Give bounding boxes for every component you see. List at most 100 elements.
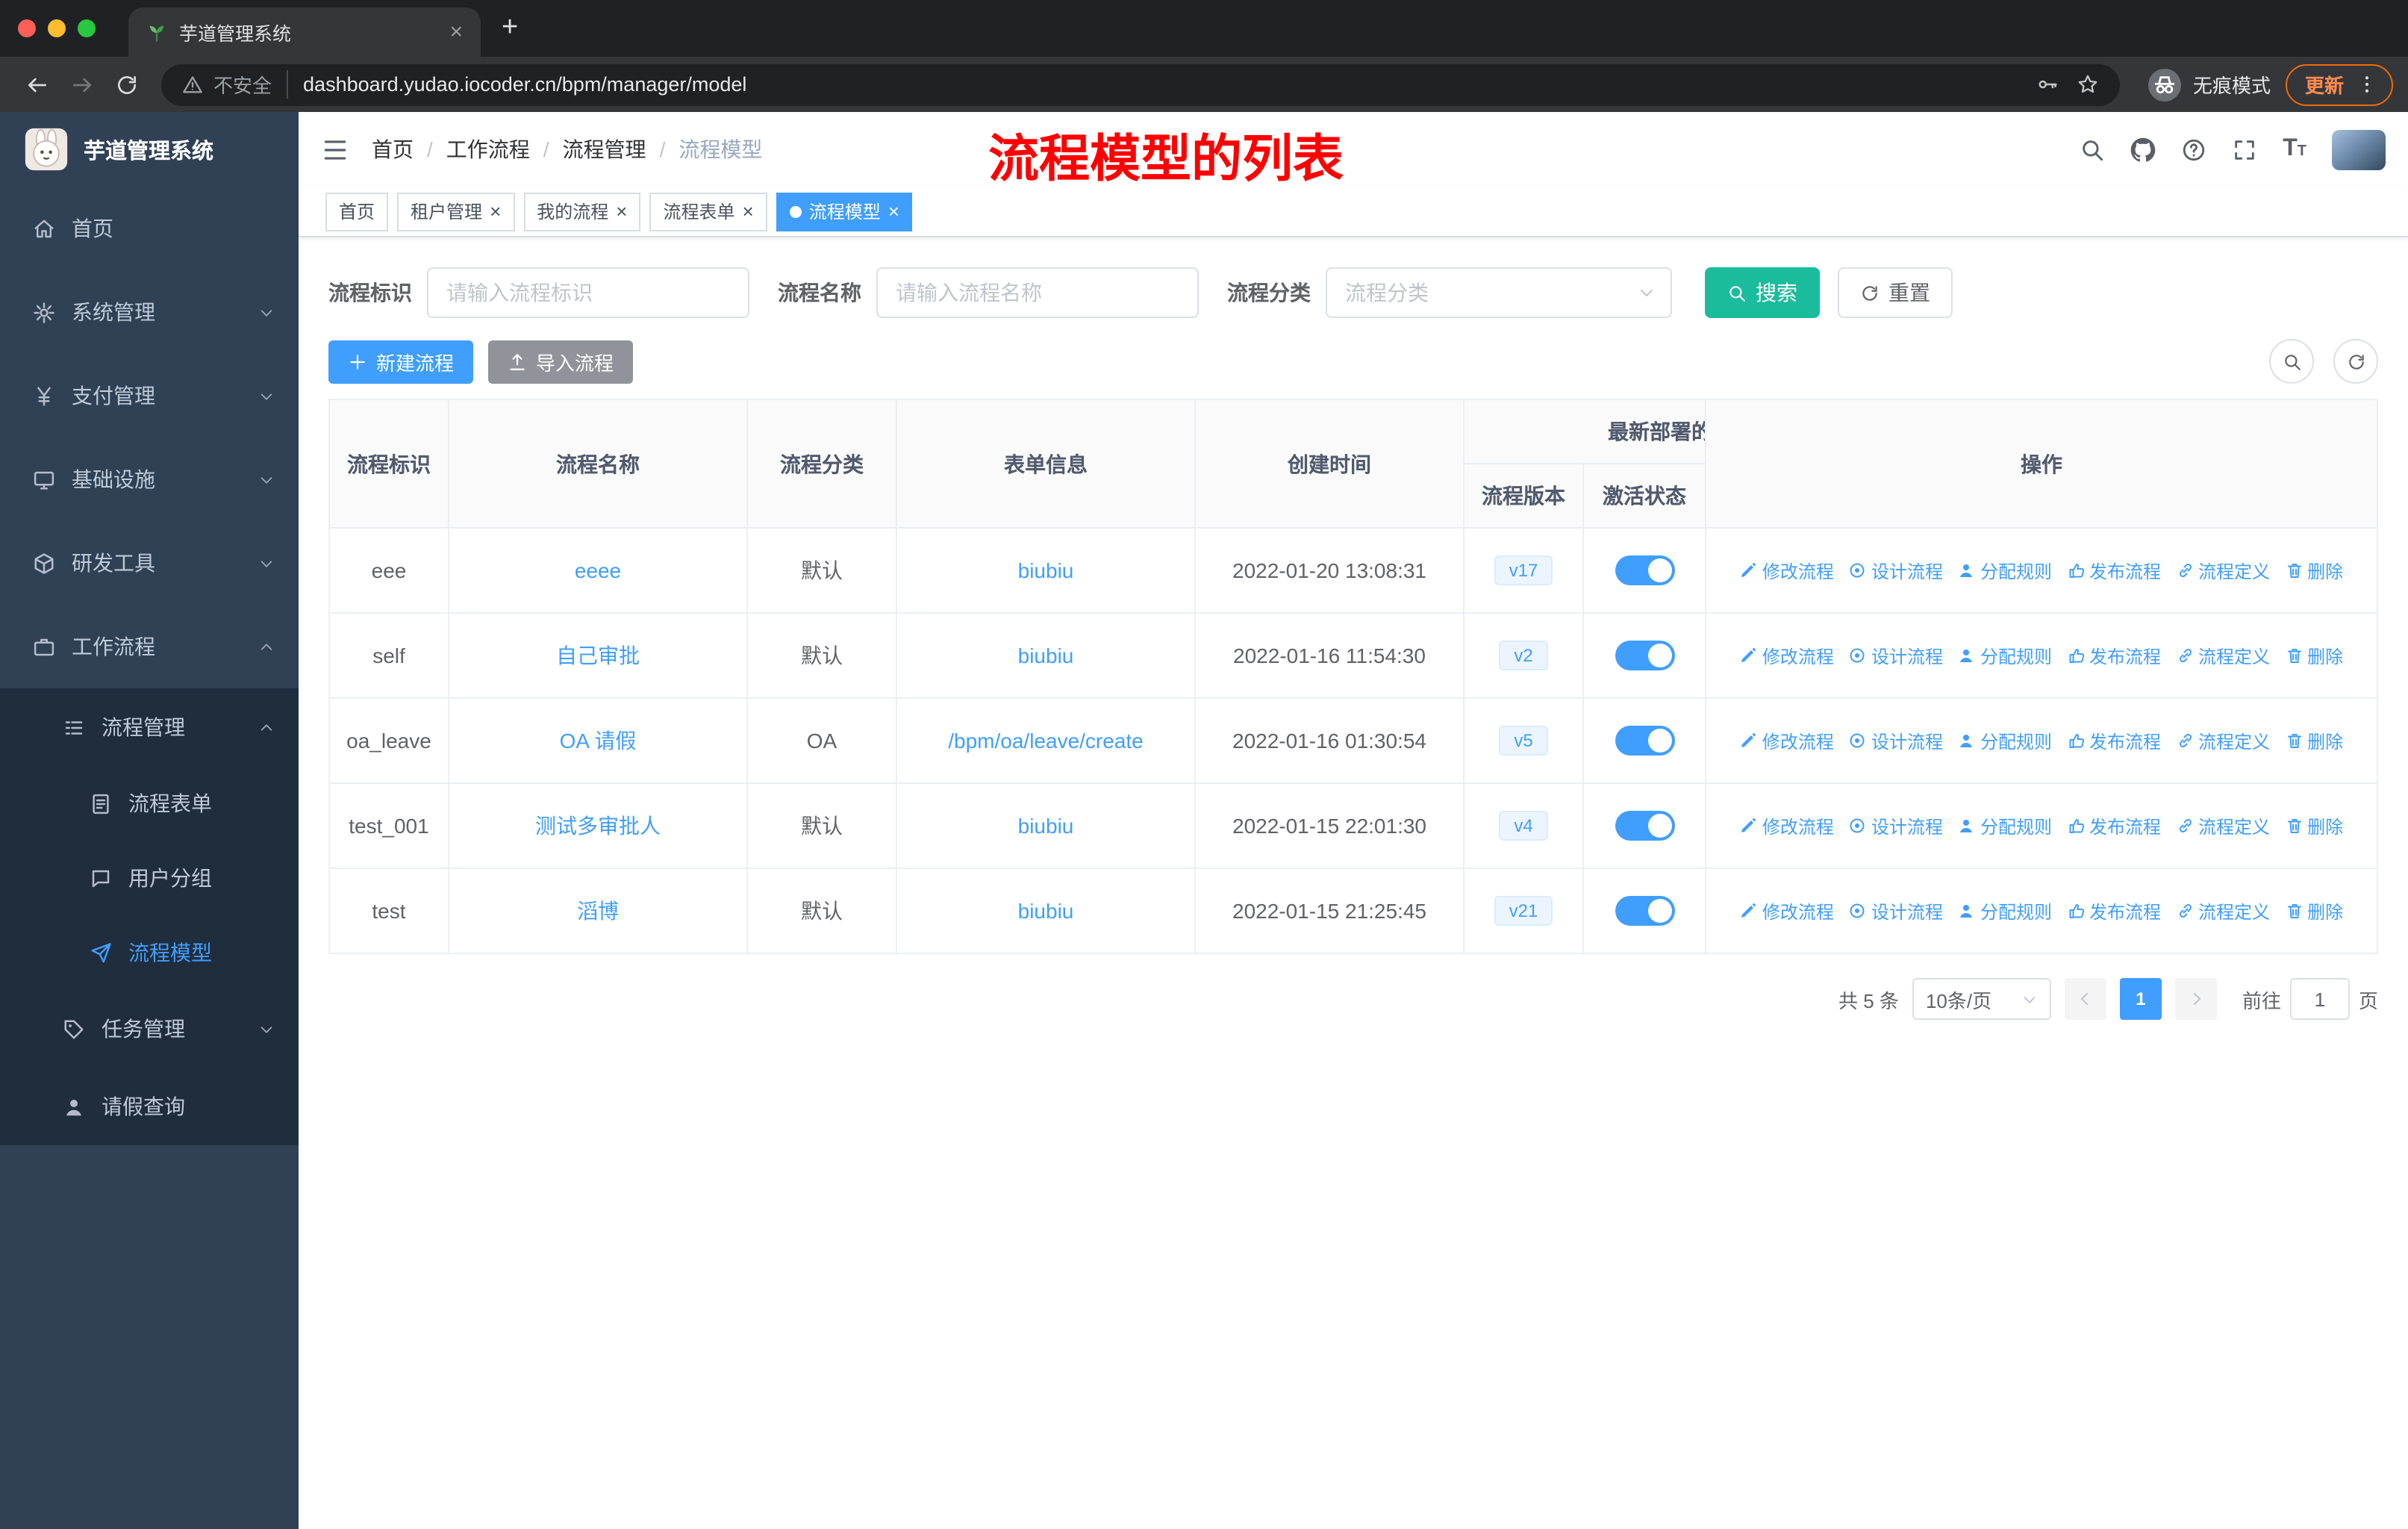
address-bar[interactable]: 不安全 dashboard.yudao.iocoder.cn/bpm/manag… xyxy=(161,63,2120,105)
sidebar-item-0[interactable]: 首页 xyxy=(0,187,299,270)
browser-menu-icon[interactable] xyxy=(2356,73,2378,96)
action-definition[interactable]: 流程定义 xyxy=(2176,728,2270,753)
close-icon[interactable]: × xyxy=(490,200,501,222)
key-icon[interactable] xyxy=(2036,73,2059,96)
prev-page-button[interactable] xyxy=(2064,978,2106,1020)
action-delete[interactable]: 删除 xyxy=(2285,728,2343,753)
process-name-link[interactable]: OA 请假 xyxy=(560,729,637,753)
form-link[interactable]: biubiu xyxy=(1018,899,1074,923)
github-icon[interactable] xyxy=(2130,137,2156,162)
action-delete[interactable]: 删除 xyxy=(2285,813,2343,838)
import-process-button[interactable]: 导入流程 xyxy=(488,340,634,383)
action-publish[interactable]: 发布流程 xyxy=(2067,643,2161,668)
page-1-button[interactable]: 1 xyxy=(2119,978,2162,1020)
breadcrumb-item-0[interactable]: 首页 xyxy=(372,134,414,164)
action-publish[interactable]: 发布流程 xyxy=(2067,898,2161,924)
sidebar-item-10[interactable]: 任务管理 xyxy=(0,990,299,1068)
close-window-button[interactable] xyxy=(18,19,36,37)
fullscreen-icon[interactable] xyxy=(2232,137,2257,162)
form-link[interactable]: /bpm/oa/leave/create xyxy=(948,729,1144,753)
update-chip[interactable]: 更新 xyxy=(2285,63,2393,105)
process-name-link[interactable]: eeee xyxy=(575,558,621,582)
action-edit[interactable]: 修改流程 xyxy=(1740,728,1834,753)
action-delete[interactable]: 删除 xyxy=(2285,898,2343,924)
action-edit[interactable]: 修改流程 xyxy=(1740,898,1834,924)
action-assign[interactable]: 分配规则 xyxy=(1958,643,2052,668)
action-edit[interactable]: 修改流程 xyxy=(1740,643,1834,668)
font-size-icon[interactable]: TT xyxy=(2283,136,2306,163)
filter-name-input[interactable] xyxy=(876,267,1199,318)
sidebar-item-5[interactable]: 工作流程 xyxy=(0,605,299,688)
action-assign[interactable]: 分配规则 xyxy=(1958,558,2052,583)
form-link[interactable]: biubiu xyxy=(1018,644,1074,667)
filter-id-input[interactable] xyxy=(427,267,749,318)
active-toggle[interactable] xyxy=(1615,726,1674,756)
toggle-search-button[interactable] xyxy=(2269,339,2314,384)
process-name-link[interactable]: 自己审批 xyxy=(556,644,640,667)
action-publish[interactable]: 发布流程 xyxy=(2067,813,2161,838)
next-page-button[interactable] xyxy=(2174,978,2217,1020)
action-assign[interactable]: 分配规则 xyxy=(1958,728,2052,753)
active-toggle[interactable] xyxy=(1615,896,1674,926)
process-name-link[interactable]: 滔博 xyxy=(577,899,619,923)
active-toggle[interactable] xyxy=(1615,555,1674,585)
avatar[interactable] xyxy=(2332,129,2386,169)
sidebar-item-1[interactable]: 系统管理 xyxy=(0,270,299,354)
action-edit[interactable]: 修改流程 xyxy=(1740,813,1834,838)
sidebar-toggle-icon[interactable] xyxy=(321,135,349,164)
close-icon[interactable]: × xyxy=(743,200,754,222)
sidebar-item-3[interactable]: 基础设施 xyxy=(0,437,299,521)
action-edit[interactable]: 修改流程 xyxy=(1740,558,1834,583)
search-button[interactable]: 搜索 xyxy=(1705,267,1820,318)
zoom-window-button[interactable] xyxy=(78,19,96,37)
tag-2[interactable]: 我的流程 × xyxy=(523,192,641,231)
back-button[interactable] xyxy=(15,62,60,107)
form-link[interactable]: biubiu xyxy=(1018,814,1074,838)
action-design[interactable]: 设计流程 xyxy=(1849,813,1943,838)
action-design[interactable]: 设计流程 xyxy=(1849,898,1943,924)
tag-1[interactable]: 租户管理 × xyxy=(397,192,515,231)
sidebar-item-9[interactable]: 流程模型 xyxy=(0,915,299,990)
sidebar-item-7[interactable]: 流程表单 xyxy=(0,766,299,841)
close-icon[interactable]: × xyxy=(616,200,627,222)
action-assign[interactable]: 分配规则 xyxy=(1958,898,2052,924)
action-assign[interactable]: 分配规则 xyxy=(1958,813,2052,838)
action-definition[interactable]: 流程定义 xyxy=(2176,643,2270,668)
action-design[interactable]: 设计流程 xyxy=(1849,558,1943,583)
breadcrumb-item-2[interactable]: 流程管理 xyxy=(563,134,646,164)
sidebar-item-11[interactable]: 请假查询 xyxy=(0,1068,299,1145)
action-delete[interactable]: 删除 xyxy=(2285,558,2343,583)
sidebar-item-8[interactable]: 用户分组 xyxy=(0,841,299,915)
sidebar-item-4[interactable]: 研发工具 xyxy=(0,521,299,605)
bookmark-star-icon[interactable] xyxy=(2077,73,2099,96)
help-icon[interactable] xyxy=(2181,137,2206,162)
action-definition[interactable]: 流程定义 xyxy=(2176,558,2270,583)
page-size-select[interactable]: 10条/页 xyxy=(1912,978,2051,1020)
reload-button[interactable] xyxy=(105,62,149,107)
close-icon[interactable]: × xyxy=(888,200,899,222)
tab-close-icon[interactable]: × xyxy=(449,19,463,45)
minimize-window-button[interactable] xyxy=(48,19,66,37)
action-publish[interactable]: 发布流程 xyxy=(2067,728,2161,753)
sidebar-item-2[interactable]: 支付管理 xyxy=(0,354,299,437)
process-name-link[interactable]: 测试多审批人 xyxy=(535,814,661,838)
browser-tab[interactable]: 芋道管理系统 × xyxy=(128,7,481,57)
tag-4[interactable]: 流程模型 × xyxy=(776,192,913,231)
form-link[interactable]: biubiu xyxy=(1018,558,1074,582)
active-toggle[interactable] xyxy=(1615,641,1674,670)
new-tab-button[interactable]: + xyxy=(502,12,518,45)
filter-category-select[interactable]: 流程分类 xyxy=(1326,267,1672,318)
active-toggle[interactable] xyxy=(1615,811,1674,841)
forward-button[interactable] xyxy=(60,62,105,107)
action-definition[interactable]: 流程定义 xyxy=(2176,898,2270,924)
action-design[interactable]: 设计流程 xyxy=(1849,728,1943,753)
goto-page-input[interactable] xyxy=(2289,978,2350,1020)
refresh-table-button[interactable] xyxy=(2333,339,2378,384)
action-delete[interactable]: 删除 xyxy=(2285,643,2343,668)
breadcrumb-item-1[interactable]: 工作流程 xyxy=(446,134,530,164)
action-definition[interactable]: 流程定义 xyxy=(2176,813,2270,838)
reset-button[interactable]: 重置 xyxy=(1838,267,1953,318)
app-logo-row[interactable]: 芋道管理系统 xyxy=(0,112,299,187)
create-process-button[interactable]: 新建流程 xyxy=(328,340,474,383)
tag-0[interactable]: 首页 xyxy=(325,192,389,231)
